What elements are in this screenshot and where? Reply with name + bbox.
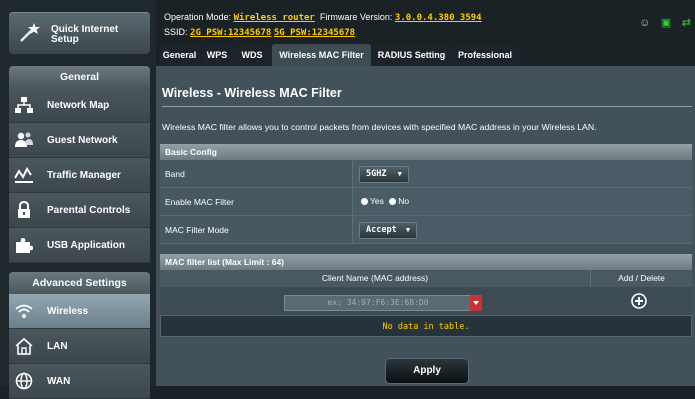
col-client-name: Client Name (MAC address) bbox=[160, 270, 591, 287]
radio-yes-label: Yes bbox=[370, 196, 384, 206]
globe-icon bbox=[15, 372, 33, 390]
sidebar-item-label: WAN bbox=[47, 376, 71, 387]
ssid-label: SSID: bbox=[164, 27, 188, 37]
tab-wps[interactable]: WPS bbox=[202, 44, 232, 66]
tab-wireless-mac-filter[interactable]: Wireless MAC Filter bbox=[272, 44, 371, 66]
usb-status-icon[interactable]: ▣ bbox=[661, 16, 671, 29]
tab-wds[interactable]: WDS bbox=[234, 44, 270, 66]
sidebar-item-parental-controls[interactable]: Parental Controls bbox=[9, 193, 150, 228]
sidebar-item-traffic-manager[interactable]: Traffic Manager bbox=[9, 158, 150, 193]
page-title: Wireless - Wireless MAC Filter bbox=[162, 86, 342, 100]
band-label: Band bbox=[165, 169, 185, 179]
mode-value-cell: Accept ▼ bbox=[352, 216, 693, 243]
firmware-label: Firmware Version: bbox=[319, 12, 393, 22]
sidebar-item-label: Parental Controls bbox=[47, 205, 131, 216]
enable-value-cell: Yes No bbox=[352, 188, 693, 215]
chevron-down-icon bbox=[473, 301, 479, 305]
network-status-icon[interactable]: ⇄ bbox=[682, 16, 691, 29]
radio-no-label: No bbox=[398, 196, 410, 206]
chevron-down-icon: ▼ bbox=[405, 226, 411, 234]
mac-list-column-headers: Client Name (MAC address) Add / Delete bbox=[160, 270, 692, 287]
sidebar-item-guest-network[interactable]: Guest Network bbox=[9, 123, 150, 158]
sidebar-item-wireless[interactable]: Wireless bbox=[9, 294, 150, 329]
client-dropdown-button[interactable] bbox=[470, 295, 482, 311]
band-select-value: 5GHZ bbox=[366, 169, 387, 179]
radio-yes[interactable]: Yes bbox=[361, 196, 384, 206]
col-add-delete: Add / Delete bbox=[618, 273, 665, 283]
band-value-cell: 5GHZ ▼ bbox=[352, 160, 693, 187]
top-info-bar: Operation Mode: Wireless router Firmware… bbox=[156, 0, 695, 44]
quick-internet-setup-button[interactable]: Quick Internet Setup bbox=[9, 12, 150, 54]
ssid-5g-link[interactable]: 5G_PSW:12345678 bbox=[274, 28, 355, 38]
enable-mac-filter-label: Enable MAC Filter bbox=[165, 197, 234, 207]
sidebar-item-usb-application[interactable]: USB Application bbox=[9, 228, 150, 263]
quick-setup-label: Quick Internet Setup bbox=[51, 24, 119, 45]
operation-mode-label: Operation Mode: bbox=[164, 12, 232, 22]
empty-table-message: No data in table. bbox=[160, 315, 692, 337]
mac-filter-mode-row: MAC Filter Mode Accept ▼ bbox=[160, 216, 693, 244]
radio-icon bbox=[389, 198, 397, 205]
sidebar-item-label: Network Map bbox=[47, 100, 110, 111]
tab-bar: General WPS WDS Wireless MAC Filter RADI… bbox=[156, 44, 695, 66]
firmware-link[interactable]: 3.0.0.4.380_3594 bbox=[395, 13, 482, 23]
mac-filter-mode-label: MAC Filter Mode bbox=[165, 225, 229, 235]
basic-config-table: Basic Config Band 5GHZ ▼ Enable MAC Filt… bbox=[160, 144, 693, 244]
general-section-header: General bbox=[9, 66, 150, 88]
sidebar-item-label: LAN bbox=[47, 341, 68, 352]
sidebar-item-label: Guest Network bbox=[47, 135, 118, 146]
sidebar-item-network-map[interactable]: Network Map bbox=[9, 88, 150, 123]
sidebar-item-label: Traffic Manager bbox=[47, 170, 121, 181]
mac-input-row: ex: 34:97:F6:3E:68:D0 bbox=[160, 287, 692, 315]
status-icons: ☺ ▣ ⇄ bbox=[631, 16, 691, 29]
sidebar-item-label: USB Application bbox=[47, 240, 125, 251]
puzzle-icon bbox=[16, 238, 33, 253]
advanced-section-header: Advanced Settings bbox=[9, 272, 150, 294]
mac-address-input[interactable]: ex: 34:97:F6:3E:68:D0 bbox=[284, 295, 472, 311]
sidebar: Quick Internet Setup General Network Map… bbox=[0, 0, 156, 399]
divider bbox=[162, 106, 692, 107]
mac-filter-list-header: MAC filter list (Max Limit : 64) bbox=[160, 254, 692, 270]
main-content: Wireless - Wireless MAC Filter Wireless … bbox=[156, 66, 695, 386]
band-row: Band 5GHZ ▼ bbox=[160, 160, 693, 188]
chevron-down-icon: ▼ bbox=[397, 170, 402, 178]
ssid-2g-link[interactable]: 2G_PSW:12345678 bbox=[190, 28, 271, 38]
sidebar-item-lan[interactable]: LAN bbox=[9, 329, 150, 364]
sidebar-item-wan[interactable]: WAN bbox=[9, 364, 150, 399]
page-description: Wireless MAC filter allows you to contro… bbox=[162, 122, 597, 132]
mac-filter-mode-select[interactable]: Accept ▼ bbox=[359, 222, 418, 239]
wifi-icon bbox=[15, 304, 33, 318]
general-menu: Network Map Guest Network Traffic Manage… bbox=[9, 88, 150, 263]
tab-radius-setting[interactable]: RADIUS Setting bbox=[373, 44, 450, 66]
advanced-menu: Wireless LAN WAN bbox=[9, 294, 150, 399]
mode-select-value: Accept bbox=[366, 225, 397, 235]
guest-network-icon bbox=[15, 132, 33, 147]
tab-general[interactable]: General bbox=[159, 44, 200, 66]
radio-selected-icon bbox=[361, 198, 368, 205]
clients-icon[interactable]: ☺ bbox=[639, 17, 650, 29]
tab-professional[interactable]: Professional bbox=[452, 44, 518, 66]
network-map-icon bbox=[15, 97, 33, 113]
add-icon[interactable] bbox=[631, 293, 647, 309]
apply-button[interactable]: Apply bbox=[386, 359, 468, 383]
mac-filter-list-table: MAC filter list (Max Limit : 64) Client … bbox=[160, 254, 692, 337]
band-select[interactable]: 5GHZ ▼ bbox=[359, 166, 409, 183]
lock-icon bbox=[18, 201, 30, 218]
operation-mode-line: Operation Mode: Wireless router Firmware… bbox=[164, 12, 482, 23]
enable-mac-filter-row: Enable MAC Filter Yes No bbox=[160, 188, 693, 216]
basic-config-header: Basic Config bbox=[160, 144, 692, 160]
ssid-line: SSID: 2G_PSW:12345678 5G_PSW:12345678 bbox=[164, 27, 355, 38]
magic-wand-icon bbox=[20, 23, 40, 42]
operation-mode-link[interactable]: Wireless router bbox=[234, 13, 315, 23]
traffic-manager-icon bbox=[14, 167, 33, 183]
radio-no[interactable]: No bbox=[389, 196, 409, 206]
sidebar-item-label: Wireless bbox=[47, 306, 89, 317]
home-icon bbox=[15, 337, 33, 355]
